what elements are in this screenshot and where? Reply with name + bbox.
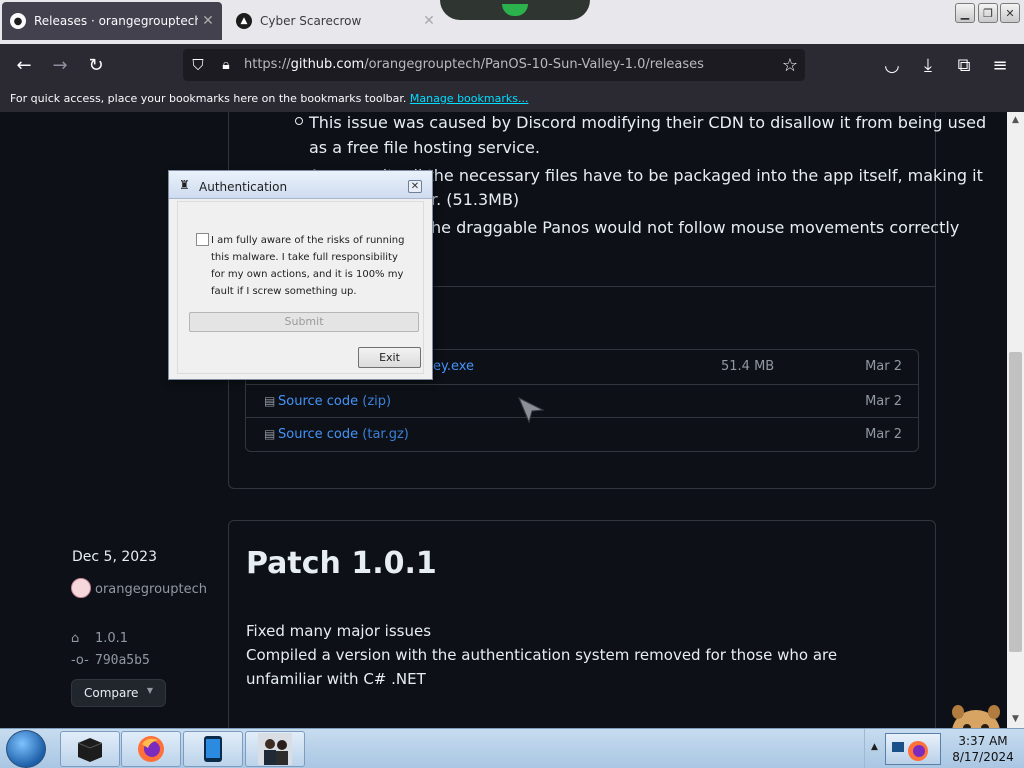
manage-bookmarks-link[interactable]: Manage bookmarks...	[410, 92, 529, 105]
box-app-icon	[77, 738, 103, 762]
mouse-cursor-icon	[518, 396, 545, 424]
scroll-down-icon[interactable]: ▼	[1007, 711, 1024, 728]
shield-icon[interactable]: ⛉	[185, 52, 211, 78]
asset-date: Mar 2	[865, 394, 902, 409]
scarecrow-mascot-overlay	[440, 0, 590, 20]
page-content: This issue was caused by Discord modifyi…	[0, 112, 1007, 728]
scarecrow-icon: ▲	[236, 13, 252, 29]
scroll-thumb[interactable]	[1009, 352, 1022, 652]
tab-title: Releases · orangegrouptech/Pa	[34, 14, 198, 28]
exit-button[interactable]: Exit	[358, 347, 421, 368]
asset-size: 51.4 MB	[721, 359, 775, 374]
file-zip-icon: ▤	[264, 394, 276, 408]
asset-link[interactable]: Source code (tar.gz)	[278, 427, 409, 442]
dialog-body: I am fully aware of the risks of running…	[177, 201, 424, 374]
asset-link[interactable]: Source code (zip)	[278, 394, 391, 409]
asset-row[interactable]: ▤ Source code (zip) Mar 2	[246, 384, 918, 418]
bookmarks-toolbar: For quick access, place your bookmarks h…	[0, 86, 1024, 112]
release-commit[interactable]: -o- 790a5b5	[71, 653, 150, 668]
tray-app-icon[interactable]	[885, 733, 941, 765]
file-zip-icon: ▤	[264, 427, 276, 441]
release-note-line: as a free file hosting service.	[309, 138, 540, 157]
app-icon: ♜	[179, 178, 190, 192]
release-note-line: Compiled a version with the authenticati…	[246, 646, 838, 688]
taskbar-app-box[interactable]	[60, 731, 120, 767]
window-close-button[interactable]: ✕	[1000, 3, 1020, 23]
maximize-button[interactable]: ❐	[978, 3, 998, 23]
submit-button[interactable]: Submit	[189, 312, 419, 332]
address-bar[interactable]: ⛉ 🔒︎ https://github.com/orangegrouptech/…	[183, 49, 805, 81]
authentication-dialog: ♜ Authentication ✕ I am fully aware of t…	[168, 170, 433, 380]
people-thumbnail-icon	[258, 733, 292, 765]
risk-acknowledge-checkbox[interactable]	[196, 233, 209, 246]
bullet-icon	[295, 117, 303, 125]
caret-down-icon: ▼	[146, 686, 153, 695]
close-tab-icon[interactable]: ✕	[419, 13, 439, 29]
taskbar: ▲ 3:37 AM 8/17/2024	[0, 728, 1024, 768]
release-date: Dec 5, 2023	[72, 549, 157, 565]
release-notes: Fixed many major issues Compiled a versi…	[246, 619, 916, 691]
clock-time[interactable]: 3:37 AM	[947, 734, 1019, 748]
tab-title: Cyber Scarecrow	[260, 14, 362, 28]
taskbar-app-tablet[interactable]	[183, 731, 243, 767]
asset-date: Mar 2	[865, 359, 902, 374]
scroll-up-icon[interactable]: ▲	[1007, 112, 1024, 129]
asset-link[interactable]: ey.exe	[433, 359, 474, 374]
lock-icon[interactable]: 🔒︎	[213, 52, 239, 78]
asset-row[interactable]: ▤ Source code (tar.gz) Mar 2	[246, 417, 918, 451]
taskbar-app-firefox[interactable]	[121, 731, 181, 767]
close-icon[interactable]: ✕	[408, 180, 422, 193]
risk-acknowledge-label[interactable]: I am fully aware of the risks of running…	[211, 232, 411, 300]
dialog-titlebar[interactable]: ♜ Authentication ✕	[169, 171, 432, 199]
firefox-icon	[138, 736, 164, 762]
tab-cyber-scarecrow[interactable]: ▲ Cyber Scarecrow ✕	[228, 2, 443, 40]
dialog-title: Authentication	[199, 180, 288, 194]
start-button[interactable]	[6, 730, 46, 768]
hamster-mascot	[952, 705, 1000, 728]
menu-icon[interactable]: ≡	[987, 52, 1013, 78]
system-tray: ▲ 3:37 AM 8/17/2024	[864, 729, 1024, 768]
release-note-line: Fixed many major issues	[246, 622, 432, 640]
bookmarks-prompt: For quick access, place your bookmarks h…	[10, 92, 407, 105]
browser-tab-bar: ● Releases · orangegrouptech/Pa ✕ ▲ Cybe…	[0, 0, 1024, 44]
forward-icon[interactable]: →	[47, 52, 73, 78]
asset-date: Mar 2	[865, 427, 902, 442]
minimize-button[interactable]: ▁	[955, 3, 975, 23]
release-author[interactable]: orangegrouptech	[71, 579, 207, 600]
compare-button[interactable]: Compare ▼	[71, 679, 166, 707]
extensions-icon[interactable]: ⧉	[951, 52, 977, 78]
release-note-line: r. (51.3MB)	[431, 190, 520, 209]
tablet-app-icon	[204, 736, 222, 762]
page-scrollbar[interactable]: ▲ ▼	[1007, 112, 1024, 728]
navigation-toolbar: ← → ↻ ⛉ 🔒︎ https://github.com/orangegrou…	[0, 44, 1024, 86]
release-note-line: This issue was caused by Discord modifyi…	[309, 113, 987, 132]
release-title[interactable]: Patch 1.0.1	[246, 546, 437, 581]
github-icon: ●	[10, 13, 26, 29]
close-tab-icon[interactable]: ✕	[198, 13, 218, 29]
bookmark-star-icon[interactable]: ☆	[777, 52, 803, 78]
commit-icon: -o-	[71, 653, 89, 668]
release-tag[interactable]: ⌂ 1.0.1	[71, 631, 128, 646]
back-icon[interactable]: ←	[11, 52, 37, 78]
tag-icon: ⌂	[71, 631, 80, 646]
download-icon[interactable]: ⤓	[915, 52, 941, 78]
reload-icon[interactable]: ↻	[83, 52, 109, 78]
release-card: Patch 1.0.1 Fixed many major issues Comp…	[228, 520, 936, 728]
url-text[interactable]: https://github.com/orangegrouptech/PanOS…	[244, 57, 704, 72]
release-note-line: he draggable Panos would not follow mous…	[431, 218, 960, 237]
taskbar-app-photo[interactable]	[245, 731, 305, 767]
clock-date[interactable]: 8/17/2024	[947, 750, 1019, 764]
show-hidden-icons-icon[interactable]: ▲	[871, 742, 878, 752]
tab-releases[interactable]: ● Releases · orangegrouptech/Pa ✕	[2, 2, 222, 40]
pocket-icon[interactable]: ◡	[879, 52, 905, 78]
